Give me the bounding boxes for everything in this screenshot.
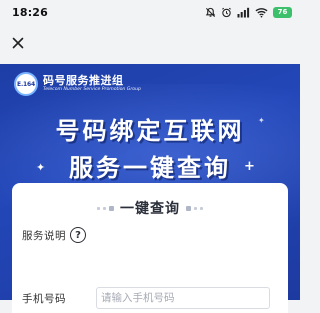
help-icon[interactable]: ?	[70, 227, 86, 243]
close-icon	[11, 35, 25, 54]
sparkle-icon: ✦	[258, 116, 265, 125]
card-title: 一键查询	[120, 201, 180, 217]
wifi-icon	[255, 7, 268, 18]
phone-label: 手机号码	[22, 292, 66, 305]
title-decoration-right	[186, 205, 203, 211]
phone-row: 手机号码	[22, 286, 282, 310]
status-time: 18:26	[12, 6, 49, 19]
nav-bar	[0, 24, 300, 64]
battery-icon: 76	[273, 6, 292, 18]
status-icons: 76	[205, 5, 292, 19]
signal-icon	[237, 7, 250, 18]
phone-input[interactable]	[96, 287, 270, 309]
sparkle-icon: ✦	[36, 161, 46, 174]
card-header: 一键查询	[12, 195, 288, 221]
logo-text: 码号服务推进组 Telecom Number Service Promotion…	[43, 75, 141, 93]
logo: E.164 码号服务推进组 Telecom Number Service Pro…	[14, 72, 141, 96]
alarm-icon	[221, 7, 232, 18]
logo-badge-text: E.164	[17, 80, 35, 88]
plus-sparkle-icon: +	[244, 159, 255, 174]
logo-title-en: Telecom Number Service Promotion Group	[43, 87, 141, 92]
logo-title-cn: 码号服务推进组	[43, 74, 124, 87]
service-info-row: 服务说明 ?	[22, 227, 86, 243]
mute-icon	[205, 7, 216, 18]
logo-badge: E.164	[14, 72, 38, 96]
status-bar: 18:26 76	[0, 0, 300, 24]
title-decoration-left	[97, 205, 114, 211]
close-button[interactable]	[4, 30, 32, 58]
query-card: 一键查询 服务说明 ? 手机号码	[12, 183, 288, 313]
service-info-label: 服务说明	[22, 229, 66, 242]
headline-primary: 号码绑定互联网	[55, 117, 245, 145]
